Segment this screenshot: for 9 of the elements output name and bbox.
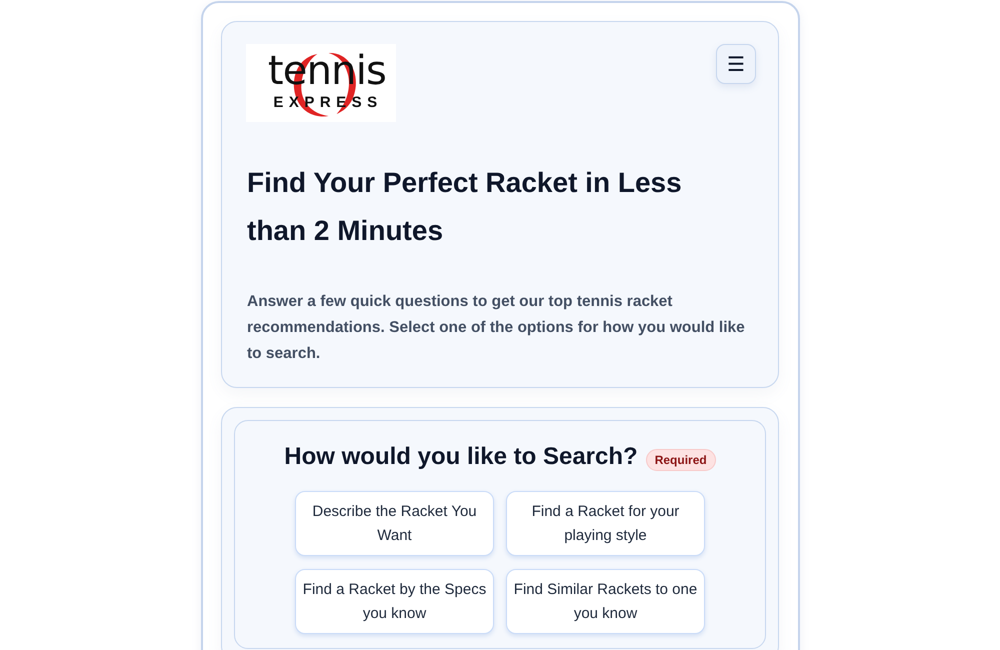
required-badge: Required xyxy=(646,449,716,471)
search-option-button[interactable]: Find a Racket by the Specs you know xyxy=(295,569,494,634)
intro-text: Answer a few quick questions to get our top tennis racket recommendations. Select one of the options for how you would like to search. xyxy=(247,292,746,364)
search-option-button[interactable]: Describe the Racket You Want xyxy=(295,491,494,556)
page-title: Find Your Perfect Racket in Less than 2 Minutes xyxy=(247,166,683,248)
search-heading: How would you like to Search? xyxy=(284,442,638,472)
menu-button[interactable]: ☰ xyxy=(716,44,756,84)
search-option-button[interactable]: Find a Racket for your playing style xyxy=(506,491,705,556)
search-option-button[interactable]: Find Similar Rackets to one you know xyxy=(506,569,705,634)
